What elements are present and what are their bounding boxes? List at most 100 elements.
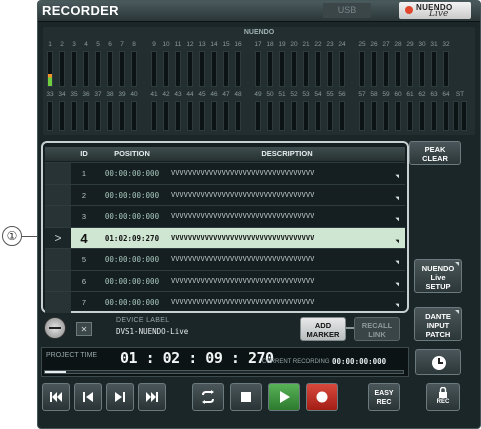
channel-row2-meter xyxy=(83,101,89,131)
clock-icon xyxy=(432,356,446,370)
row-select-arrow[interactable] xyxy=(45,163,71,184)
channel-row1-label: 23 xyxy=(326,41,334,48)
channel-row2-meter xyxy=(95,101,101,131)
marker-list: ID POSITION DESCRIPTION 1 00:00:00:000 VVV… xyxy=(41,141,409,313)
marker-id: 2 xyxy=(81,190,87,200)
row-select-arrow[interactable]: > xyxy=(45,227,71,249)
previous-marker-button[interactable] xyxy=(74,383,102,411)
marker-position[interactable]: 00:00:00:000 xyxy=(97,163,167,184)
record-button[interactable] xyxy=(306,383,338,411)
channel-row1-label: 24 xyxy=(338,41,346,48)
edit-corner-icon: ◥ xyxy=(395,259,399,266)
channel-row1-label: 10 xyxy=(162,41,170,48)
row-select-arrow[interactable] xyxy=(45,206,71,227)
row-select-arrow[interactable] xyxy=(45,184,71,206)
channel-row1-label: 3 xyxy=(72,41,76,48)
marker-id: 4 xyxy=(80,230,88,246)
project-progress-bar[interactable] xyxy=(44,370,404,374)
channel-row2-meter xyxy=(131,101,137,131)
marker-description[interactable]: VVVVVVVVVVVVVVVVVVVVVVVVVVVVVVVVVV ◥ xyxy=(171,249,403,270)
record-icon xyxy=(316,391,328,403)
row-select-arrow[interactable] xyxy=(45,249,71,270)
marker-position[interactable]: 00:00:00:000 xyxy=(97,292,167,313)
easy-rec-button[interactable]: EASY REC xyxy=(368,383,400,411)
marker-description[interactable]: VVVVVVVVVVVVVVVVVVVVVVVVVVVVVVVVVV ◥ xyxy=(171,292,403,313)
edit-corner-icon: ◥ xyxy=(395,280,399,288)
channel-row1-meter xyxy=(279,51,285,87)
close-icon[interactable]: ✕ xyxy=(76,322,92,336)
stop-button[interactable] xyxy=(230,383,262,411)
marker-row-1[interactable]: 1 00:00:00:000 VVVVVVVVVVVVVVVVVVVVVVVVVVV… xyxy=(45,162,405,184)
marker-description[interactable]: VVVVVVVVVVVVVVVVVVVVVVVVVVVVVVVVVV ◥ xyxy=(171,206,403,227)
marker-row-4[interactable]: >4 01:02:09:270 VVVVVVVVVVVVVVVVVVVVVVVVVV… xyxy=(45,226,405,249)
channel-row1-label: 14 xyxy=(210,41,218,48)
go-to-end-button[interactable] xyxy=(138,383,166,411)
nuendo-setup-label-2: Live xyxy=(430,273,446,282)
nuendo-live-setup-button[interactable]: NUENDO Live SETUP xyxy=(414,259,462,293)
marker-row-6[interactable]: 6 00:00:00:000 VVVVVVVVVVVVVVVVVVVVVVVVVVV… xyxy=(45,269,405,292)
channel-row1-label: 7 xyxy=(120,41,124,48)
peak-clear-button[interactable]: PEAK CLEAR xyxy=(409,141,461,165)
channel-row2-label: 61 xyxy=(406,91,414,98)
channel-row1-meter xyxy=(431,51,437,87)
play-button[interactable] xyxy=(268,383,300,411)
marker-position[interactable]: 01:02:09:270 xyxy=(97,228,167,249)
next-marker-button[interactable] xyxy=(106,383,134,411)
channel-row2-label: 41 xyxy=(150,91,158,98)
channel-row2-label: 53 xyxy=(302,91,310,98)
recall-link-label-2: LINK xyxy=(368,330,386,339)
channel-row1-meter xyxy=(47,51,53,87)
stereo-meter xyxy=(453,101,459,131)
marker-row-3[interactable]: 3 00:00:00:000 VVVVVVVVVVVVVVVVVVVVVVVVVVV… xyxy=(45,205,405,227)
edit-corner-icon: ◥ xyxy=(395,194,399,202)
recall-link-label-1: RECALL xyxy=(361,321,393,330)
channel-row1-meter xyxy=(267,51,273,87)
channel-row1-label: 8 xyxy=(132,41,136,48)
marker-row-5[interactable]: 5 00:00:00:000 VVVVVVVVVVVVVVVVVVVVVVVVVVV… xyxy=(45,248,405,270)
channel-row2-meter xyxy=(291,101,297,131)
add-marker-button[interactable]: ADD MARKER xyxy=(300,317,346,341)
clock-button[interactable] xyxy=(415,349,461,375)
tab-usb[interactable]: USB xyxy=(323,3,371,18)
row-select-arrow[interactable] xyxy=(45,292,71,313)
marker-row-7[interactable]: 7 00:00:00:000 VVVVVVVVVVVVVVVVVVVVVVVVVVV… xyxy=(45,291,405,313)
marker-position[interactable]: 00:00:00:000 xyxy=(97,185,167,206)
meter-bridge: NUENDO 1 2 3 4 5 6 7 8 9 10 11 12 13 14 15 16 17 18 19 20 21… xyxy=(43,27,475,135)
time-display: PROJECT TIME 01 : 02 : 09 : 270 CURRENT … xyxy=(41,347,409,377)
marker-position[interactable]: 00:00:00:000 xyxy=(97,249,167,270)
go-to-start-button[interactable] xyxy=(42,383,70,411)
channel-row1-label: 29 xyxy=(406,41,414,48)
channel-row2-meter xyxy=(419,101,425,131)
tab-live-label: Live xyxy=(429,9,449,19)
recall-link-button[interactable]: RECALL LINK xyxy=(354,317,400,341)
easy-rec-label-2: REC xyxy=(376,399,392,406)
marker-description[interactable]: VVVVVVVVVVVVVVVVVVVVVVVVVVVVVVVVVV ◥ xyxy=(171,228,403,249)
channel-row2-label: 33 xyxy=(46,91,54,98)
channel-row1-label: 13 xyxy=(198,41,206,48)
marker-position[interactable]: 00:00:00:000 xyxy=(97,271,167,292)
dante-input-patch-button[interactable]: DANTE INPUT PATCH xyxy=(414,307,462,341)
channel-row1-meter xyxy=(119,51,125,87)
project-time-value: 01 : 02 : 09 : 270 xyxy=(120,349,274,367)
channel-row2-label: 63 xyxy=(430,91,438,98)
channel-row2-label: 36 xyxy=(82,91,90,98)
channel-row1-label: 20 xyxy=(290,41,298,48)
channel-row2-meter xyxy=(255,101,261,131)
knob-icon[interactable] xyxy=(44,317,66,339)
marker-description[interactable]: VVVVVVVVVVVVVVVVVVVVVVVVVVVVVVVVVV ◥ xyxy=(171,271,403,292)
channel-row1-label: 6 xyxy=(108,41,112,48)
row-select-arrow[interactable] xyxy=(45,270,71,292)
marker-description[interactable]: VVVVVVVVVVVVVVVVVVVVVVVVVVVVVVVVVV ◥ xyxy=(171,163,403,184)
channel-row1-label: 5 xyxy=(96,41,100,48)
channel-row1-label: 30 xyxy=(418,41,426,48)
lock-rec-button[interactable]: REC xyxy=(426,383,460,411)
marker-description[interactable]: VVVVVVVVVVVVVVVVVVVVVVVVVVVVVVVVVV ◥ xyxy=(171,185,403,206)
loop-button[interactable] xyxy=(192,383,224,411)
marker-row-2[interactable]: 2 00:00:00:000 VVVVVVVVVVVVVVVVVVVVVVVVVVV… xyxy=(45,183,405,206)
link-connector xyxy=(346,327,354,329)
channel-row1-meter xyxy=(359,51,365,87)
tab-nuendo-live[interactable]: NUENDO Live xyxy=(399,2,471,19)
channel-row2-label: 56 xyxy=(338,91,346,98)
marker-position[interactable]: 00:00:00:000 xyxy=(97,206,167,227)
corner-indicator-icon xyxy=(455,310,459,314)
